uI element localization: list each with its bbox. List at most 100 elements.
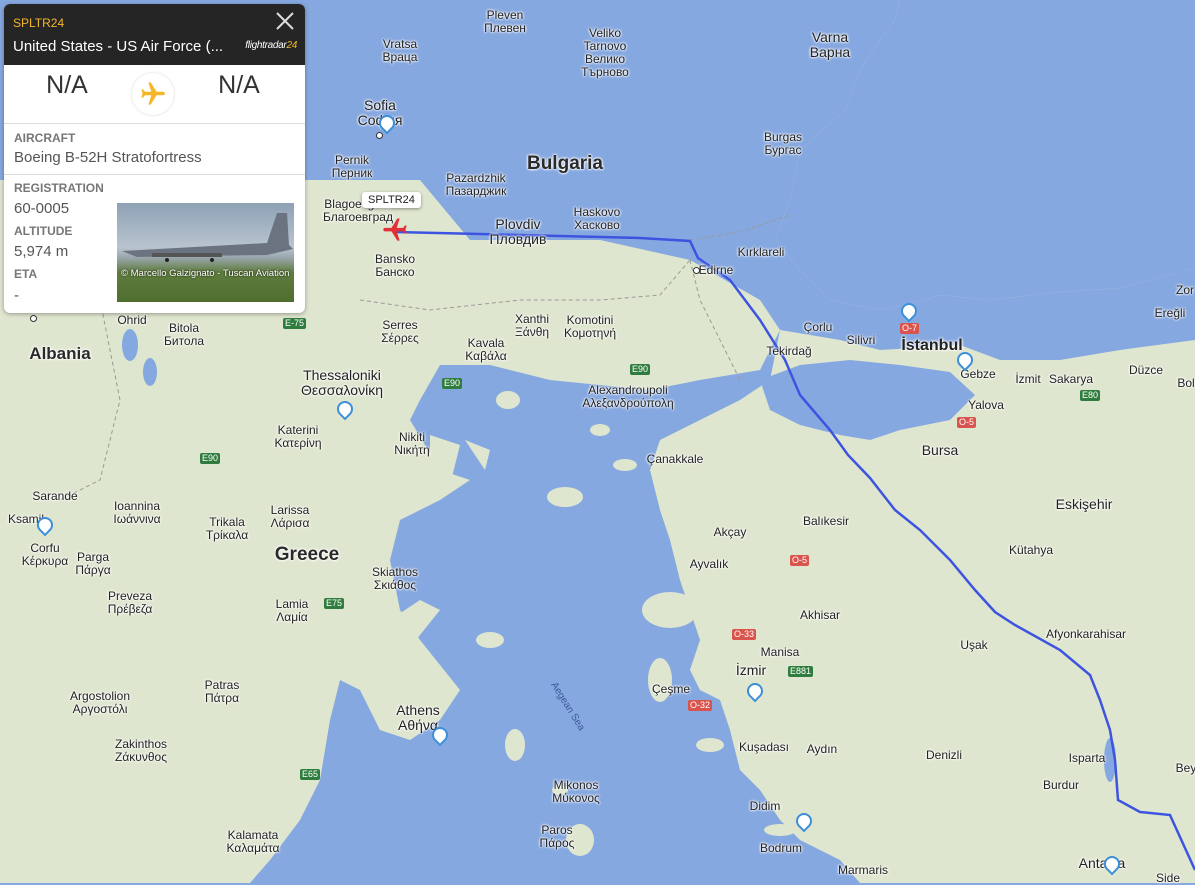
- road-shield: O-32: [688, 700, 713, 711]
- label-balikesir: Balıkesir: [802, 514, 850, 528]
- label-side: Side: [1155, 871, 1181, 885]
- destination-code: N/A: [218, 71, 260, 99]
- road-shield: E80: [1080, 390, 1101, 401]
- label-yalova: Yalova: [968, 398, 1004, 412]
- label-alexandroupoli: Alexandroupoli Αλεξανδρούπολη: [582, 383, 674, 410]
- label-parga: Parga Πάργα: [75, 550, 111, 577]
- road-shield: O-5: [957, 417, 977, 428]
- road-shield: E75: [324, 598, 345, 609]
- city-dot: [376, 132, 383, 139]
- registration-value: 60-0005: [14, 200, 70, 217]
- island-thasos: [496, 391, 520, 409]
- label-burdur: Burdur: [1042, 778, 1080, 792]
- label-kusadasi: Kuşadası: [738, 740, 790, 754]
- island-skyros: [476, 632, 504, 648]
- road-shield: O-5: [790, 555, 810, 566]
- label-katerini: Katerini Κατερίνη: [274, 423, 322, 450]
- label-kalamata: Kalamata Καλαμάτα: [226, 828, 280, 855]
- label-bodrum: Bodrum: [759, 841, 803, 855]
- label-preveza: Preveza Πρέβεζα: [107, 589, 153, 616]
- label-didim: Didim: [749, 799, 781, 813]
- label-izmir: İzmir: [735, 662, 767, 678]
- label-pazardzhik: Pazardzhik Пазарджик: [445, 171, 507, 198]
- label-marmaris: Marmaris: [838, 863, 888, 877]
- label-edirne: Edirne: [698, 263, 734, 277]
- aircraft-value: Boeing B-52H Stratofortress: [14, 149, 202, 166]
- photo-credit: © Marcello Galzignato - Tuscan Aviation: [121, 268, 290, 279]
- lake-prespa: [143, 358, 157, 386]
- road-shield: E-75: [283, 318, 307, 329]
- label-denizli: Denizli: [925, 748, 963, 762]
- label-patras: Patras Πάτρα: [204, 678, 240, 705]
- label-paros: Paros Πάρος: [539, 823, 575, 850]
- label-bansko: Bansko Банско: [374, 252, 416, 279]
- road-shield: E90: [442, 378, 463, 389]
- road-shield: E90: [630, 364, 651, 375]
- label-ioannina: Ioannina Ιωάννινα: [113, 499, 161, 526]
- label-albania: Albania: [29, 344, 91, 363]
- label-burgas: Burgas Бургас: [763, 130, 803, 157]
- flight-callsign-tag[interactable]: SPLTR24: [362, 192, 421, 208]
- label-isparta: Isparta: [1068, 751, 1106, 765]
- island-andros: [505, 729, 525, 761]
- flightradar-logo: flightradar24: [245, 40, 297, 51]
- label-haskovo: Haskovo Хасково: [573, 205, 621, 232]
- label-bursa: Bursa: [921, 442, 959, 458]
- island-samos: [696, 738, 724, 752]
- airplane-icon: [141, 82, 165, 105]
- label-nikiti: Nikiti Νικήτη: [394, 430, 430, 457]
- island-lesbos: [642, 592, 698, 628]
- label-silivri: Silivri: [846, 333, 876, 347]
- label-thessaloniki: Thessaloniki Θεσσαλονίκη: [301, 367, 383, 398]
- label-argostolion: Argostolion Αργοστόλι: [69, 689, 131, 716]
- route-plane-badge: [132, 73, 174, 115]
- label-bol: Bol: [1177, 376, 1195, 390]
- close-icon[interactable]: [274, 10, 296, 32]
- label-pernik: Pernik Перник: [331, 153, 373, 180]
- route-section: N/A N/A: [4, 65, 305, 124]
- airplane-icon[interactable]: [381, 215, 409, 243]
- island-kos: [764, 824, 796, 836]
- divider: [4, 174, 305, 175]
- road-shield: O-7: [900, 323, 920, 334]
- logo-main: flightradar: [245, 40, 287, 51]
- label-skiathos: Skiathos Σκιάθος: [371, 565, 419, 592]
- b52-silhouette: [122, 213, 293, 262]
- label-bey: Bey: [1175, 761, 1195, 775]
- label-bulgaria: Bulgaria: [526, 153, 604, 174]
- road-shield: E881: [788, 666, 814, 677]
- label-xanthi: Xanthi Ξάνθη: [514, 312, 550, 339]
- flight-info-panel: SPLTR24 United States - US Air Force (..…: [4, 4, 305, 313]
- city-dot: [693, 267, 700, 274]
- eta-label: ETA: [14, 267, 38, 281]
- label-komotini: Komotini Κομοτηνή: [563, 313, 617, 340]
- road-shield: O-33: [732, 629, 757, 640]
- label-greece: Greece: [274, 544, 340, 565]
- label-canakkale: Çanakkale: [646, 452, 704, 466]
- altitude-value: 5,974 m: [14, 243, 69, 260]
- label-kirklareli: Kırklareli: [737, 245, 785, 259]
- label-eskisehir: Eskişehir: [1055, 496, 1113, 512]
- label-bitola: Bitola Битола: [163, 321, 205, 348]
- aircraft-photo[interactable]: © Marcello Galzignato - Tuscan Aviation: [117, 203, 294, 302]
- road-shield: E90: [200, 453, 221, 464]
- label-kutahya: Kütahya: [1008, 543, 1054, 557]
- label-sakarya: Sakarya: [1048, 372, 1094, 386]
- logo-number: 24: [286, 40, 297, 51]
- label-veliko: Veliko Tarnovo Велико Търново: [581, 26, 629, 79]
- label-zakinthos: Zakinthos Ζάκυνθος: [114, 737, 168, 764]
- lake-ohrid: [122, 329, 138, 361]
- operator-name: United States - US Air Force (...: [13, 38, 224, 55]
- island-lemnos: [547, 487, 583, 507]
- label-kavala: Kavala Καβάλα: [465, 336, 507, 363]
- label-plovdiv: Plovdiv Пловдив: [489, 216, 547, 247]
- label-izmit: İzmit: [1015, 372, 1041, 386]
- label-sarande: Sarande: [32, 489, 78, 503]
- label-lamia: Lamia Λαμία: [275, 597, 309, 624]
- label-cesme: Çeşme: [651, 682, 691, 696]
- island-imbros: [613, 459, 637, 471]
- label-zor: Zor: [1176, 283, 1194, 297]
- label-afyon: Afyonkarahisar: [1045, 627, 1127, 641]
- road-shield: E65: [300, 769, 321, 780]
- label-tekirdag: Tekirdağ: [766, 344, 812, 358]
